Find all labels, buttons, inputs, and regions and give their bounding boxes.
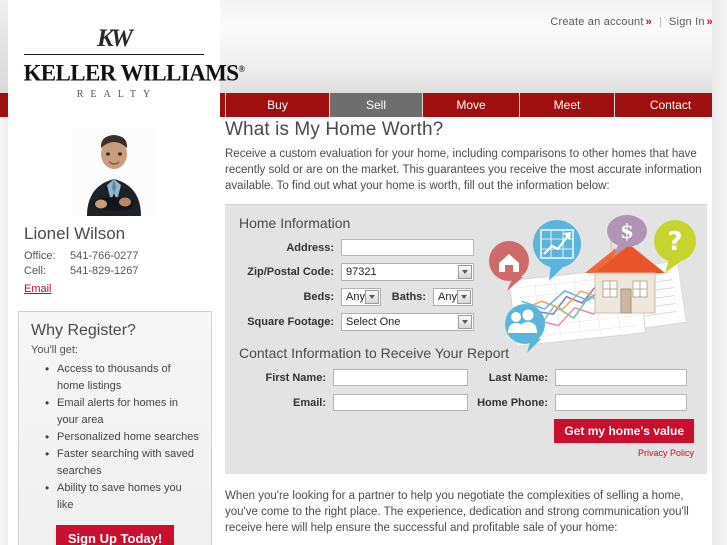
square-footage-select-value: Select One [346, 316, 401, 328]
benefit-item: Email alerts for homes in your area [45, 395, 199, 429]
benefit-item: Ability to save homes you like [45, 480, 199, 514]
zip-select-value: 97321 [346, 266, 377, 278]
bottom-paragraph: When you're looking for a partner to hel… [225, 490, 689, 534]
account-links-separator: | [658, 16, 663, 28]
square-footage-label: Square Footage: [247, 316, 334, 328]
why-register-panel: Why Register? You'll get: Access to thou… [18, 311, 212, 545]
nav-item-buy[interactable]: Buy [225, 93, 330, 117]
chevron-down-icon [457, 290, 471, 304]
sign-up-today-button[interactable]: Sign Up Today! [55, 525, 175, 545]
agent-email-link[interactable]: Email [24, 283, 52, 295]
email-label: Email: [292, 396, 326, 409]
address-label: Address: [286, 241, 334, 254]
page-root: Create an account» | Sign In» KW KELLER WI… [0, 0, 727, 545]
agent-office-value: 541-766-0277 [70, 250, 139, 262]
email-input[interactable] [333, 394, 468, 411]
nav-item-contact[interactable]: Contact [615, 93, 727, 117]
page-left-edge [0, 117, 8, 545]
square-footage-row: Square Footage: Select One [225, 313, 707, 331]
last-name-label: Last Name: [488, 371, 548, 384]
main-content: What is My Home Worth? Receive a custom … [225, 119, 712, 536]
agent-cell-value: 541-829-1267 [70, 265, 139, 277]
beds-select[interactable]: Any [341, 288, 381, 306]
chevron-down-icon [458, 265, 472, 279]
chevron-down-icon [458, 315, 472, 329]
agent-contact-info: Office: 541-766-0277 Cell: 541-829-1267 [8, 249, 220, 279]
baths-label: Baths: [391, 291, 426, 303]
zip-select[interactable]: 97321 [341, 263, 474, 281]
kw-monogram-icon: KW [97, 25, 133, 52]
contact-information-section: Contact Information to Receive Your Repo… [225, 345, 707, 458]
baths-select-value: Any [438, 291, 457, 303]
logo-brand-name: KELLER WILLIAMS [23, 60, 240, 86]
sidebar: Lionel Wilson Office: 541-766-0277 Cell:… [8, 124, 220, 545]
zip-row: Zip/Postal Code: 97321 [225, 263, 707, 281]
address-input[interactable] [341, 239, 474, 256]
site-logo[interactable]: KW KELLER WILLIAMS® REALTY [8, 0, 246, 124]
beds-select-value: Any [346, 291, 365, 303]
logo-brand-text: KELLER WILLIAMS® [24, 57, 246, 86]
home-phone-input[interactable] [555, 394, 687, 411]
square-footage-select[interactable]: Select One [341, 313, 474, 331]
privacy-policy-link[interactable]: Privacy Policy [225, 448, 707, 458]
benefit-item: Access to thousands of home listings [45, 361, 199, 395]
sign-in-link[interactable]: Sign In [669, 16, 705, 28]
address-row: Address: [225, 239, 707, 256]
nav-item-sell[interactable]: Sell [330, 93, 423, 117]
create-account-chevron-icon: » [645, 16, 652, 28]
agent-avatar [71, 128, 157, 216]
why-register-title: Why Register? [31, 322, 136, 339]
page-right-edge [712, 0, 727, 545]
home-valuation-illustration: $ ? [483, 211, 705, 356]
zip-label: Zip/Postal Code: [247, 266, 334, 278]
account-links: Create an account» | Sign In» [550, 16, 713, 28]
registered-mark-icon: ® [238, 64, 245, 74]
agent-office-label: Office: [24, 250, 56, 262]
logo-divider [23, 54, 204, 55]
contact-information-title: Contact Information to Receive Your Repo… [239, 345, 510, 361]
chevron-down-icon [365, 290, 379, 304]
first-name-label: First Name: [265, 371, 326, 384]
home-phone-label: Home Phone: [477, 396, 548, 409]
create-account-link[interactable]: Create an account [550, 16, 643, 28]
baths-select[interactable]: Any [433, 288, 473, 306]
why-register-subtitle: You'll get: [31, 344, 78, 356]
home-information-title: Home Information [239, 215, 351, 231]
nav-item-meet[interactable]: Meet [520, 93, 615, 117]
header-left-strip [0, 0, 8, 95]
home-value-form: $ ? Home Information Address: Zip/Postal… [225, 204, 707, 474]
benefit-item: Faster searching with saved searches [45, 446, 199, 480]
first-name-input[interactable] [333, 369, 468, 386]
page-description: Receive a custom evaluation for your hom… [225, 148, 702, 192]
email-phone-row: Email: Home Phone: [225, 394, 707, 411]
benefit-item: Personalized home searches [45, 429, 199, 446]
beds-baths-row: Beds: Any Baths: Any [225, 288, 707, 306]
why-register-benefits: Access to thousands of home listingsEmai… [31, 361, 199, 514]
name-row: First Name: Last Name: [225, 369, 707, 386]
logo-tagline: REALTY [76, 88, 158, 100]
page-title: What is My Home Worth? [225, 119, 444, 140]
agent-cell-label: Cell: [24, 265, 47, 277]
agent-name: Lionel Wilson [24, 224, 126, 243]
nav-item-move[interactable]: Move [423, 93, 520, 117]
get-home-value-button[interactable]: Get my home's value [554, 419, 694, 443]
beds-label: Beds: [303, 291, 334, 303]
last-name-input[interactable] [555, 369, 687, 386]
